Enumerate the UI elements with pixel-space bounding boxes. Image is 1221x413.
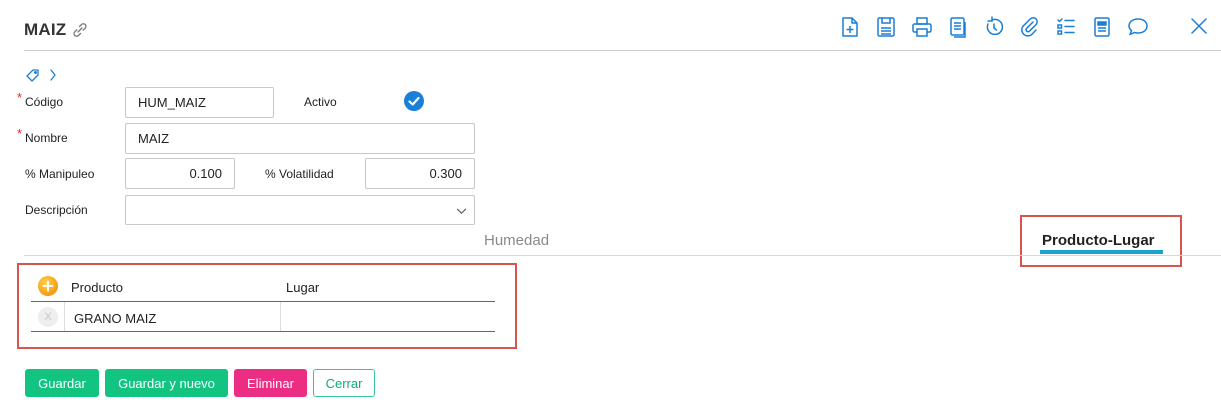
row-divider	[31, 331, 495, 332]
tag-breadcrumb[interactable]	[24, 66, 64, 84]
column-header-producto: Producto	[71, 280, 124, 295]
codigo-field[interactable]	[125, 87, 274, 118]
cell-divider	[280, 302, 281, 331]
link-icon[interactable]	[70, 20, 90, 40]
close-icon[interactable]	[1186, 14, 1212, 40]
nombre-label: Nombre	[25, 131, 68, 145]
attachment-icon[interactable]	[1017, 14, 1043, 40]
cell-producto[interactable]: GRANO MAIZ	[74, 311, 156, 326]
tab-humedad[interactable]: Humedad	[484, 232, 549, 249]
print-icon[interactable]	[909, 14, 935, 40]
new-document-icon[interactable]	[837, 14, 863, 40]
add-row-button[interactable]	[38, 276, 58, 296]
chat-icon[interactable]	[1125, 14, 1151, 40]
table-row[interactable]: X GRANO MAIZ	[31, 302, 495, 331]
header-divider	[24, 50, 1221, 51]
checkmark-icon	[408, 96, 420, 106]
page-title: MAIZ	[24, 20, 67, 39]
copy-icon[interactable]	[945, 14, 971, 40]
manipuleo-field[interactable]	[125, 158, 235, 189]
tabs-divider	[24, 255, 1221, 256]
required-marker: *	[17, 126, 23, 141]
guardar-button[interactable]: Guardar	[25, 369, 99, 397]
descripcion-label: Descripción	[25, 203, 88, 217]
report-icon[interactable]	[1089, 14, 1115, 40]
volatilidad-label: % Volatilidad	[265, 167, 334, 181]
required-marker: *	[17, 90, 23, 105]
eliminar-button[interactable]: Eliminar	[234, 369, 307, 397]
column-header-lugar: Lugar	[286, 280, 320, 295]
checklist-icon[interactable]	[1053, 14, 1079, 40]
history-icon[interactable]	[981, 14, 1007, 40]
manipuleo-label: % Manipuleo	[25, 167, 95, 181]
cell-divider	[64, 302, 65, 331]
delete-row-button[interactable]: X	[38, 307, 58, 327]
cerrar-button[interactable]: Cerrar	[313, 369, 375, 397]
chevron-down-icon	[456, 208, 467, 215]
codigo-label: Código	[25, 95, 64, 109]
guardar-y-nuevo-button[interactable]: Guardar y nuevo	[105, 369, 228, 397]
plus-icon	[42, 280, 54, 292]
activo-checkbox[interactable]	[404, 91, 424, 111]
activo-label: Activo	[304, 95, 337, 109]
nombre-field[interactable]	[125, 123, 475, 154]
descripcion-select[interactable]	[125, 195, 475, 225]
save-icon[interactable]	[873, 14, 899, 40]
tab-producto-lugar[interactable]: Producto-Lugar	[1042, 232, 1155, 249]
volatilidad-field[interactable]	[365, 158, 475, 189]
active-tab-indicator	[1040, 250, 1163, 254]
